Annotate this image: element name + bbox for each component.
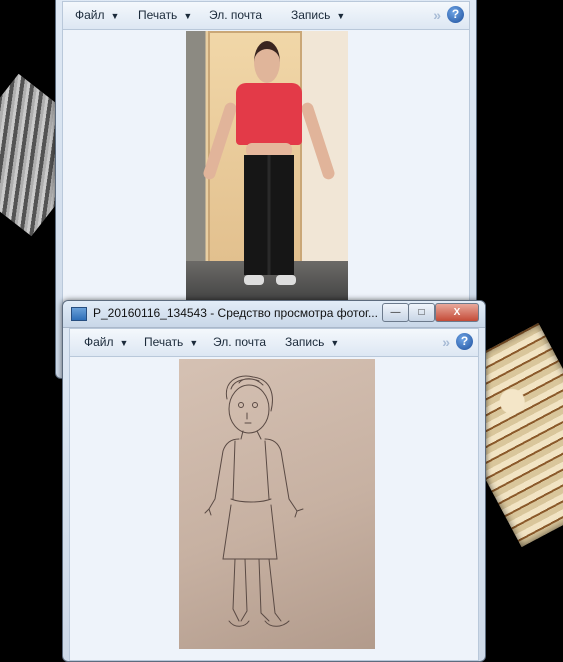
maximize-button[interactable]: □	[408, 303, 435, 322]
photo-pencil-drawing	[179, 359, 375, 649]
command-bar: Файл ▼ Печать ▼ Эл. почта Запись ▼ » ?	[69, 328, 479, 357]
dropdown-arrow-icon: ▼	[110, 11, 120, 21]
photo-viewer-window-front[interactable]: P_20160116_134543 - Средство просмотра ф…	[62, 300, 486, 662]
menu-burn[interactable]: Запись ▼	[285, 329, 339, 356]
menu-burn-label: Запись	[285, 335, 325, 349]
dropdown-arrow-icon: ▼	[330, 338, 340, 348]
red-shirt	[236, 83, 302, 145]
menu-email[interactable]: Эл. почта	[209, 2, 262, 29]
menu-print-label: Печать	[138, 8, 178, 22]
chevron-double-right-icon[interactable]: »	[442, 329, 450, 356]
help-icon[interactable]: ?	[447, 6, 464, 23]
title-bar[interactable]: P_20160116_134543 - Средство просмотра ф…	[63, 301, 485, 328]
right-shoe	[276, 275, 296, 285]
menu-file[interactable]: Файл ▼	[75, 2, 119, 29]
photo-viewer-icon	[71, 307, 87, 321]
menu-email-label: Эл. почта	[209, 8, 263, 22]
menu-file-label: Файл	[84, 335, 114, 349]
pencil-figure-drawing	[204, 375, 304, 627]
dropdown-arrow-icon: ▼	[183, 11, 193, 21]
help-icon[interactable]: ?	[456, 333, 473, 350]
black-pants	[244, 155, 294, 275]
menu-email[interactable]: Эл. почта	[213, 329, 266, 356]
menu-print[interactable]: Печать ▼	[138, 2, 192, 29]
left-shoe	[244, 275, 264, 285]
menu-print[interactable]: Печать ▼	[144, 329, 198, 356]
close-button[interactable]: X	[435, 303, 479, 322]
chevron-double-right-icon[interactable]: »	[433, 2, 441, 29]
menu-email-label: Эл. почта	[213, 335, 267, 349]
menu-burn-label: Запись	[291, 8, 331, 22]
minimize-button[interactable]: —	[382, 303, 409, 322]
menu-burn[interactable]: Запись ▼	[291, 2, 345, 29]
menu-file-label: Файл	[75, 8, 105, 22]
dropdown-arrow-icon: ▼	[119, 338, 129, 348]
command-bar: Файл ▼ Печать ▼ Эл. почта Запись ▼ » ?	[62, 1, 470, 30]
right-arm	[299, 101, 337, 181]
window-title: P_20160116_134543 - Средство просмотра ф…	[93, 306, 378, 320]
menu-print-label: Печать	[144, 335, 184, 349]
photo-woman-standing	[186, 31, 348, 301]
menu-file[interactable]: Файл ▼	[84, 329, 128, 356]
head	[254, 41, 280, 83]
dropdown-arrow-icon: ▼	[189, 338, 199, 348]
dropdown-arrow-icon: ▼	[336, 11, 346, 21]
image-area	[69, 356, 479, 661]
